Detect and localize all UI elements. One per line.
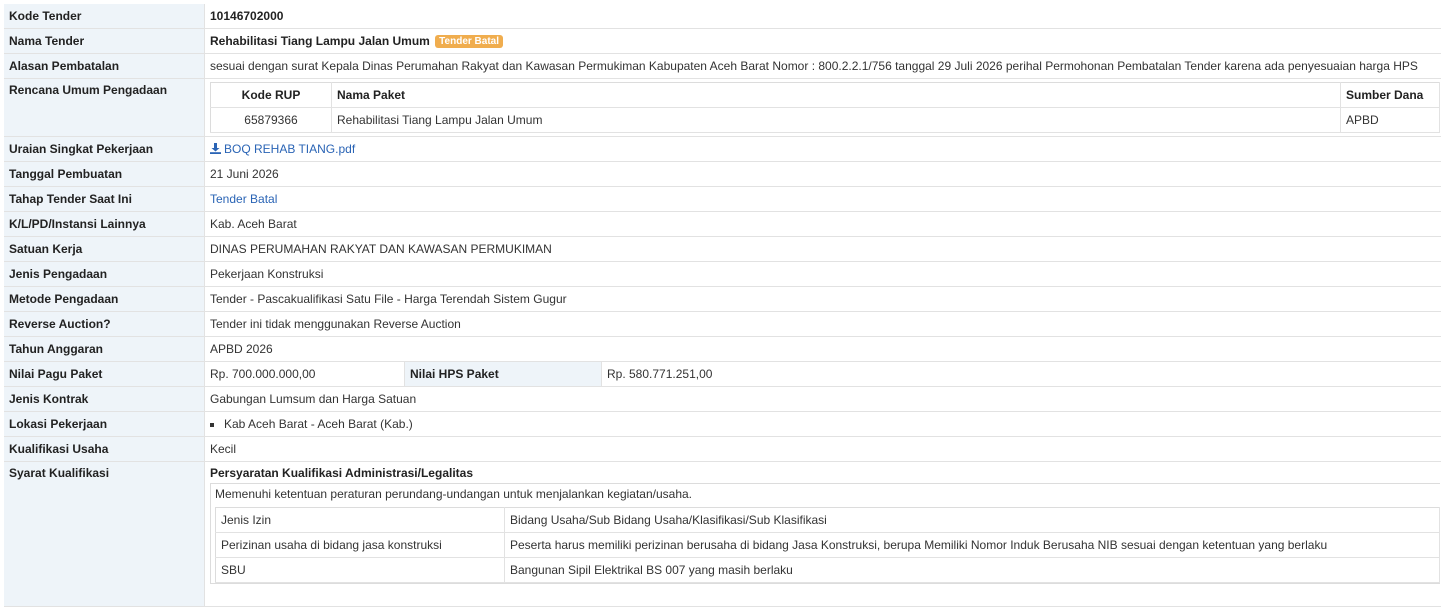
value-klpd: Kab. Aceh Barat (204, 211, 1441, 237)
table-row: Jenis Izin Bidang Usaha/Sub Bidang Usaha… (215, 507, 1440, 533)
row-rencana-umum: Rencana Umum Pengadaan Kode RUP Nama Pak… (4, 78, 1441, 137)
cell-lokasi: Kab Aceh Barat - Aceh Barat (Kab.) (204, 411, 1441, 437)
row-uraian: Uraian Singkat Pekerjaan BOQ REHAB TIANG… (4, 136, 1441, 162)
row-nama-tender: Nama Tender Rehabilitasi Tiang Lampu Jal… (4, 28, 1441, 54)
rup-nama: Rehabilitasi Tiang Lampu Jalan Umum (331, 107, 1341, 133)
izin-jenis: Perizinan usaha di bidang jasa konstruks… (215, 532, 505, 558)
label-metode-pengadaan: Metode Pengadaan (4, 286, 205, 312)
cell-nilai: Rp. 700.000.000,00 Nilai HPS Paket Rp. 5… (204, 361, 1441, 387)
label-lokasi: Lokasi Pekerjaan (4, 411, 205, 437)
tahap-tender-link[interactable]: Tender Batal (210, 192, 277, 206)
rup-table: Kode RUP Nama Paket Sumber Dana 65879366… (210, 82, 1440, 133)
value-alasan-pembatalan: sesuai dengan surat Kepala Dinas Perumah… (204, 53, 1441, 79)
value-kode-tender: 10146702000 (204, 4, 1441, 29)
row-jenis-pengadaan: Jenis Pengadaan Pekerjaan Konstruksi (4, 261, 1441, 287)
syarat-title: Persyaratan Kualifikasi Administrasi/Leg… (210, 466, 473, 480)
value-metode-pengadaan: Tender - Pascakualifikasi Satu File - Ha… (204, 286, 1441, 312)
cell-tahap-tender: Tender Batal (204, 186, 1441, 212)
value-satuan-kerja: DINAS PERUMAHAN RAKYAT DAN KAWASAN PERMU… (204, 236, 1441, 262)
cell-uraian: BOQ REHAB TIANG.pdf (204, 136, 1441, 162)
value-nilai-pagu: Rp. 700.000.000,00 (210, 367, 316, 381)
izin-jenis: SBU (215, 557, 505, 583)
label-reverse-auction: Reverse Auction? (4, 311, 205, 337)
label-nilai-pagu: Nilai Pagu Paket (4, 361, 205, 387)
download-icon (210, 142, 221, 157)
label-klpd: K/L/PD/Instansi Lainnya (4, 211, 205, 237)
value-nama-tender: Rehabilitasi Tiang Lampu Jalan Umum (210, 34, 430, 48)
row-tanggal-pembuatan: Tanggal Pembuatan 21 Juni 2026 (4, 161, 1441, 187)
row-jenis-kontrak: Jenis Kontrak Gabungan Lumsum dan Harga … (4, 386, 1441, 412)
list-item: Kab Aceh Barat - Aceh Barat (Kab.) (224, 417, 1440, 431)
row-kualifikasi: Kualifikasi Usaha Kecil (4, 436, 1441, 462)
rup-sumber: APBD (1340, 107, 1440, 133)
rup-header-nama: Nama Paket (331, 82, 1341, 108)
label-satuan-kerja: Satuan Kerja (4, 236, 205, 262)
label-tahun-anggaran: Tahun Anggaran (4, 336, 205, 362)
label-tanggal-pembuatan: Tanggal Pembuatan (4, 161, 205, 187)
row-tahun-anggaran: Tahun Anggaran APBD 2026 (4, 336, 1441, 362)
tender-info-table: Kode Tender 10146702000 Nama Tender Reha… (4, 4, 1441, 607)
table-row: Perizinan usaha di bidang jasa konstruks… (215, 532, 1440, 558)
tender-detail-page: Kode Tender 10146702000 Nama Tender Reha… (0, 0, 1441, 607)
syarat-box: Memenuhi ketentuan peraturan perundang-u… (210, 483, 1440, 584)
izin-jenis: Jenis Izin (215, 507, 505, 533)
izin-bidang: Peserta harus memiliki perizinan berusah… (504, 532, 1440, 558)
uraian-file-link[interactable]: BOQ REHAB TIANG.pdf (210, 142, 355, 156)
izin-table: Jenis Izin Bidang Usaha/Sub Bidang Usaha… (215, 507, 1440, 583)
value-reverse-auction: Tender ini tidak menggunakan Reverse Auc… (204, 311, 1441, 337)
label-nilai-hps: Nilai HPS Paket (404, 362, 602, 386)
izin-bidang: Bangunan Sipil Elektrikal BS 007 yang ma… (504, 557, 1440, 583)
izin-bidang: Bidang Usaha/Sub Bidang Usaha/Klasifikas… (504, 507, 1440, 533)
row-kode-tender: Kode Tender 10146702000 (4, 4, 1441, 29)
cell-syarat: Persyaratan Kualifikasi Administrasi/Leg… (204, 461, 1441, 607)
label-jenis-kontrak: Jenis Kontrak (4, 386, 205, 412)
value-tahun-anggaran: APBD 2026 (204, 336, 1441, 362)
value-kualifikasi: Kecil (204, 436, 1441, 462)
row-reverse-auction: Reverse Auction? Tender ini tidak menggu… (4, 311, 1441, 337)
value-tanggal-pembuatan: 21 Juni 2026 (204, 161, 1441, 187)
rup-header-row: Kode RUP Nama Paket Sumber Dana (210, 82, 1440, 108)
label-jenis-pengadaan: Jenis Pengadaan (4, 261, 205, 287)
lokasi-list: Kab Aceh Barat - Aceh Barat (Kab.) (210, 417, 1440, 431)
uraian-file-name: BOQ REHAB TIANG.pdf (224, 141, 356, 156)
row-tahap-tender: Tahap Tender Saat Ini Tender Batal (4, 186, 1441, 212)
row-klpd: K/L/PD/Instansi Lainnya Kab. Aceh Barat (4, 211, 1441, 237)
label-kode-tender: Kode Tender (4, 4, 205, 29)
row-syarat: Syarat Kualifikasi Persyaratan Kualifika… (4, 461, 1441, 607)
row-nilai: Nilai Pagu Paket Rp. 700.000.000,00 Nila… (4, 361, 1441, 387)
rup-kode: 65879366 (210, 107, 332, 133)
label-tahap-tender: Tahap Tender Saat Ini (4, 186, 205, 212)
label-nama-tender: Nama Tender (4, 28, 205, 54)
label-rencana-umum: Rencana Umum Pengadaan (4, 78, 205, 137)
cell-nama-tender: Rehabilitasi Tiang Lampu Jalan Umum Tend… (204, 28, 1441, 54)
rup-header-kode: Kode RUP (210, 82, 332, 108)
row-alasan-pembatalan: Alasan Pembatalan sesuai dengan surat Ke… (4, 53, 1441, 79)
nilai-split-table: Rp. 700.000.000,00 Nilai HPS Paket Rp. 5… (205, 362, 1441, 386)
table-row: SBU Bangunan Sipil Elektrikal BS 007 yan… (215, 557, 1440, 583)
value-nilai-hps: Rp. 580.771.251,00 (607, 367, 713, 381)
row-metode-pengadaan: Metode Pengadaan Tender - Pascakualifika… (4, 286, 1441, 312)
table-row: 65879366 Rehabilitasi Tiang Lampu Jalan … (210, 107, 1440, 133)
syarat-intro: Memenuhi ketentuan peraturan perundang-u… (215, 487, 693, 501)
row-satuan-kerja: Satuan Kerja DINAS PERUMAHAN RAKYAT DAN … (4, 236, 1441, 262)
rup-header-sumber: Sumber Dana (1340, 82, 1440, 108)
status-badge: Tender Batal (435, 35, 504, 48)
label-alasan-pembatalan: Alasan Pembatalan (4, 53, 205, 79)
value-jenis-kontrak: Gabungan Lumsum dan Harga Satuan (204, 386, 1441, 412)
label-kualifikasi: Kualifikasi Usaha (4, 436, 205, 462)
label-syarat: Syarat Kualifikasi (4, 461, 205, 607)
cell-rencana-umum: Kode RUP Nama Paket Sumber Dana 65879366… (204, 78, 1441, 137)
value-jenis-pengadaan: Pekerjaan Konstruksi (204, 261, 1441, 287)
label-uraian: Uraian Singkat Pekerjaan (4, 136, 205, 162)
row-lokasi: Lokasi Pekerjaan Kab Aceh Barat - Aceh B… (4, 411, 1441, 437)
